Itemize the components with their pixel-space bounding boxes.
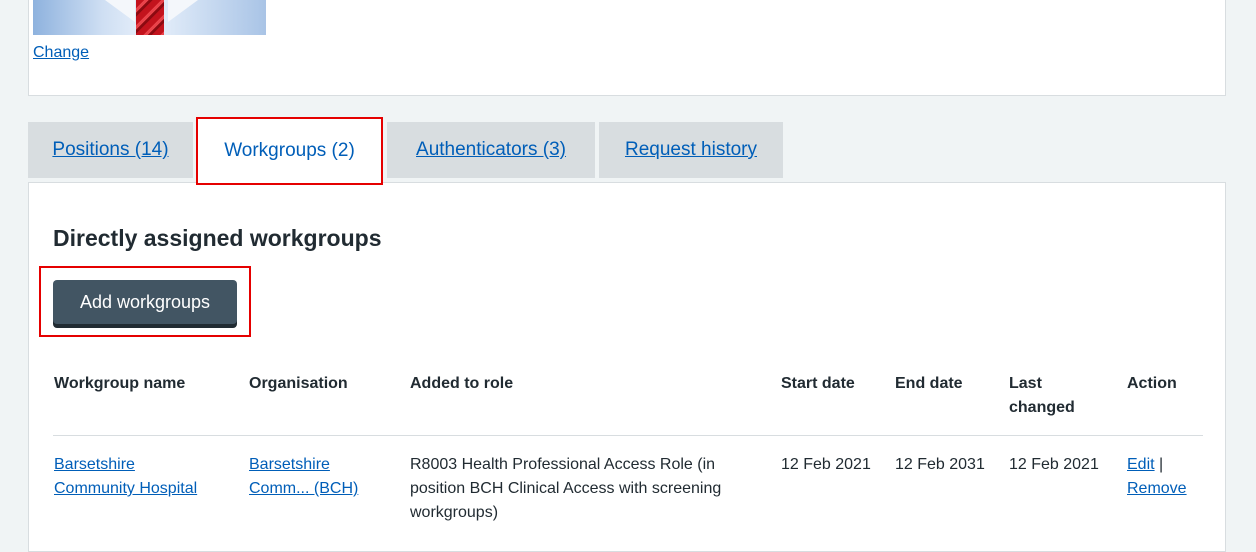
add-workgroups-button[interactable]: Add workgroups [53,280,237,324]
organisation-link[interactable]: Barsetshire Comm... (BCH) [249,456,358,497]
workgroup-name-line-2: Community Hospital [54,480,198,497]
column-header-start-date: Start date [781,375,855,392]
column-header-organisation: Organisation [249,375,348,392]
section-heading: Directly assigned workgroups [53,225,382,251]
column-header-last-changed: Last changed [1009,372,1075,420]
tie [136,0,164,35]
tab-authenticators[interactable]: Authenticators (3) [387,122,595,178]
change-photo-link[interactable]: Change [33,44,89,62]
role-line-3: workgroups) [410,504,499,521]
table-row-end-date: 12 Feb 2031 [895,456,985,473]
table-row-start-date: 12 Feb 2021 [781,456,871,473]
workgroup-name-line-1: Barsetshire [54,456,135,473]
tab-authenticators-label[interactable]: Authenticators (3) [416,139,566,161]
tab-request-history[interactable]: Request history [599,122,783,178]
tab-positions[interactable]: Positions (14) [28,122,193,178]
table-row-role-cell: R8003 Health Professional Access Role (i… [410,453,721,525]
collar-left [105,0,135,22]
table-row-action-cell: Edit | Remove [1127,453,1187,501]
tab-workgroups-label: Workgroups (2) [224,140,355,161]
column-header-last-changed-line-1: Last [1009,375,1042,392]
action-separator: | [1159,456,1164,473]
tab-workgroups[interactable]: Workgroups (2) [196,117,383,185]
edit-link[interactable]: Edit [1127,456,1155,473]
column-header-workgroup-name: Workgroup name [54,375,186,392]
column-header-action: Action [1127,375,1177,392]
collar-right [168,0,198,22]
table-row-last-changed: 12 Feb 2021 [1009,456,1099,473]
role-line-1: R8003 Health Professional Access Role (i… [410,456,716,473]
table-header-divider [53,435,1203,436]
organisation-line-1: Barsetshire [249,456,330,473]
organisation-line-2: Comm... (BCH) [249,480,359,497]
workgroup-name-link[interactable]: Barsetshire Community Hospital [54,456,197,497]
remove-link[interactable]: Remove [1127,480,1187,497]
role-line-2: position BCH Clinical Access with screen… [410,480,722,497]
table-row-organisation-cell: Barsetshire Comm... (BCH) [249,453,358,501]
profile-photo [33,0,266,35]
column-header-added-to-role: Added to role [410,375,514,392]
tab-positions-label[interactable]: Positions (14) [52,139,168,161]
tab-request-history-label[interactable]: Request history [625,139,757,161]
table-row-name-cell: Barsetshire Community Hospital [54,453,197,501]
column-header-end-date: End date [895,375,963,392]
column-header-last-changed-line-2: changed [1009,399,1075,416]
